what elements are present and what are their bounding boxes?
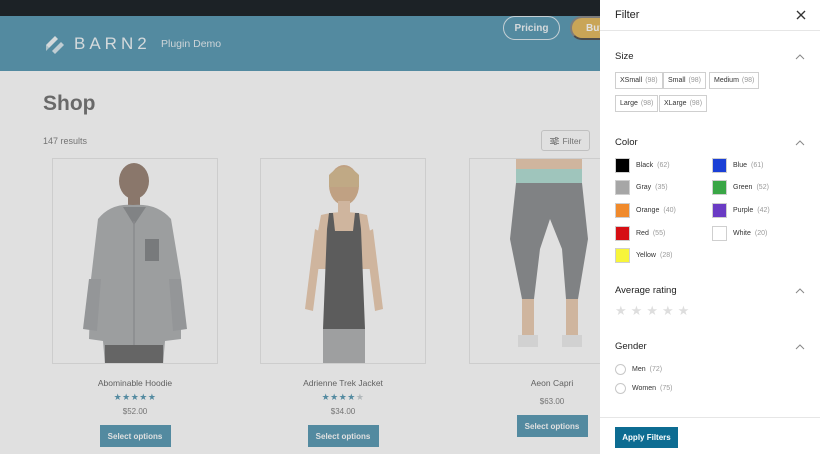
color-label: Black — [636, 162, 654, 169]
star-icon[interactable]: ★ — [646, 304, 658, 317]
color-swatch — [712, 226, 727, 241]
chevron-up-icon[interactable] — [795, 343, 805, 351]
gender-label: Women — [632, 385, 656, 392]
color-count: (35) — [655, 184, 668, 191]
drawer-title: Filter — [615, 9, 640, 21]
color-count: (52) — [756, 184, 769, 191]
color-label: Yellow — [636, 252, 656, 259]
color-section-title[interactable]: Color — [615, 137, 638, 148]
size-chip[interactable]: Small (98) — [663, 72, 706, 89]
color-label: Gray — [636, 184, 652, 191]
modal-overlay[interactable] — [0, 16, 600, 454]
color-swatch — [615, 226, 630, 241]
color-count: (20) — [754, 230, 768, 237]
drawer-header: Filter — [600, 0, 820, 31]
size-chip[interactable]: XLarge (98) — [659, 95, 708, 112]
color-option[interactable]: Purple (42) — [712, 203, 770, 218]
chevron-up-icon[interactable] — [795, 287, 805, 295]
size-section-title[interactable]: Size — [615, 51, 633, 62]
chip-label: Medium — [714, 77, 739, 84]
chip-label: XSmall — [620, 77, 643, 84]
color-swatch — [712, 158, 727, 173]
chevron-up-icon[interactable] — [795, 139, 805, 147]
rating-section-title[interactable]: Average rating — [615, 285, 677, 296]
color-count: (55) — [652, 230, 666, 237]
gender-option-women[interactable]: Women (75) — [615, 383, 672, 394]
color-count: (62) — [657, 162, 670, 169]
color-swatch — [615, 158, 630, 173]
chip-label: XLarge — [664, 100, 687, 107]
size-chip[interactable]: Medium (98) — [709, 72, 760, 89]
color-label: Purple — [733, 207, 754, 214]
star-icon[interactable]: ★ — [631, 304, 643, 317]
color-label: White — [733, 230, 751, 237]
gender-count: (75) — [660, 385, 673, 392]
chip-count: (98) — [640, 100, 654, 107]
color-option[interactable]: Orange (40) — [615, 203, 676, 218]
color-option[interactable]: Yellow (28) — [615, 248, 672, 263]
apply-filters-button[interactable]: Apply Filters — [615, 427, 678, 448]
color-label: Red — [636, 230, 649, 237]
star-icon[interactable]: ★ — [678, 304, 690, 317]
page: BARN2 Plugin Demo Pricing Buy Shop 147 r… — [0, 0, 820, 454]
radio-button[interactable] — [615, 364, 626, 375]
color-option[interactable]: White (20) — [712, 226, 767, 241]
chip-count: (98) — [688, 77, 701, 84]
color-count: (61) — [751, 162, 764, 169]
star-icon[interactable]: ★ — [615, 304, 627, 317]
gender-label: Men — [632, 366, 646, 373]
color-option[interactable]: Blue (61) — [712, 158, 763, 173]
color-count: (28) — [659, 252, 673, 259]
color-option[interactable]: Red (55) — [615, 226, 665, 241]
color-label: Blue — [733, 162, 748, 169]
color-option[interactable]: Black (62) — [615, 158, 670, 173]
gender-count: (72) — [649, 366, 663, 373]
color-swatch — [615, 248, 630, 263]
color-label: Green — [733, 184, 753, 191]
chip-count: (98) — [689, 100, 703, 107]
color-swatch — [712, 180, 727, 195]
size-chip[interactable]: Large (98) — [615, 95, 659, 112]
color-count: (40) — [663, 207, 676, 214]
rating-filter: ★ ★ ★ ★ ★ — [615, 304, 689, 317]
chip-label: Large — [620, 100, 638, 107]
color-swatch — [615, 203, 630, 218]
chip-label: Small — [668, 77, 686, 84]
chip-count: (98) — [645, 77, 658, 84]
star-icon[interactable]: ★ — [662, 304, 674, 317]
chevron-up-icon[interactable] — [795, 53, 805, 61]
size-chip[interactable]: XSmall (98) — [615, 72, 663, 89]
gender-option-men[interactable]: Men (72) — [615, 364, 662, 375]
radio-button[interactable] — [615, 383, 626, 394]
gender-section-title[interactable]: Gender — [615, 341, 647, 352]
color-swatch — [712, 203, 727, 218]
chip-count: (98) — [741, 77, 755, 84]
color-label: Orange — [636, 207, 660, 214]
close-icon[interactable] — [794, 8, 808, 22]
color-count: (42) — [757, 207, 770, 214]
color-option[interactable]: Gray (35) — [615, 180, 668, 195]
color-swatch — [615, 180, 630, 195]
color-option[interactable]: Green (52) — [712, 180, 769, 195]
